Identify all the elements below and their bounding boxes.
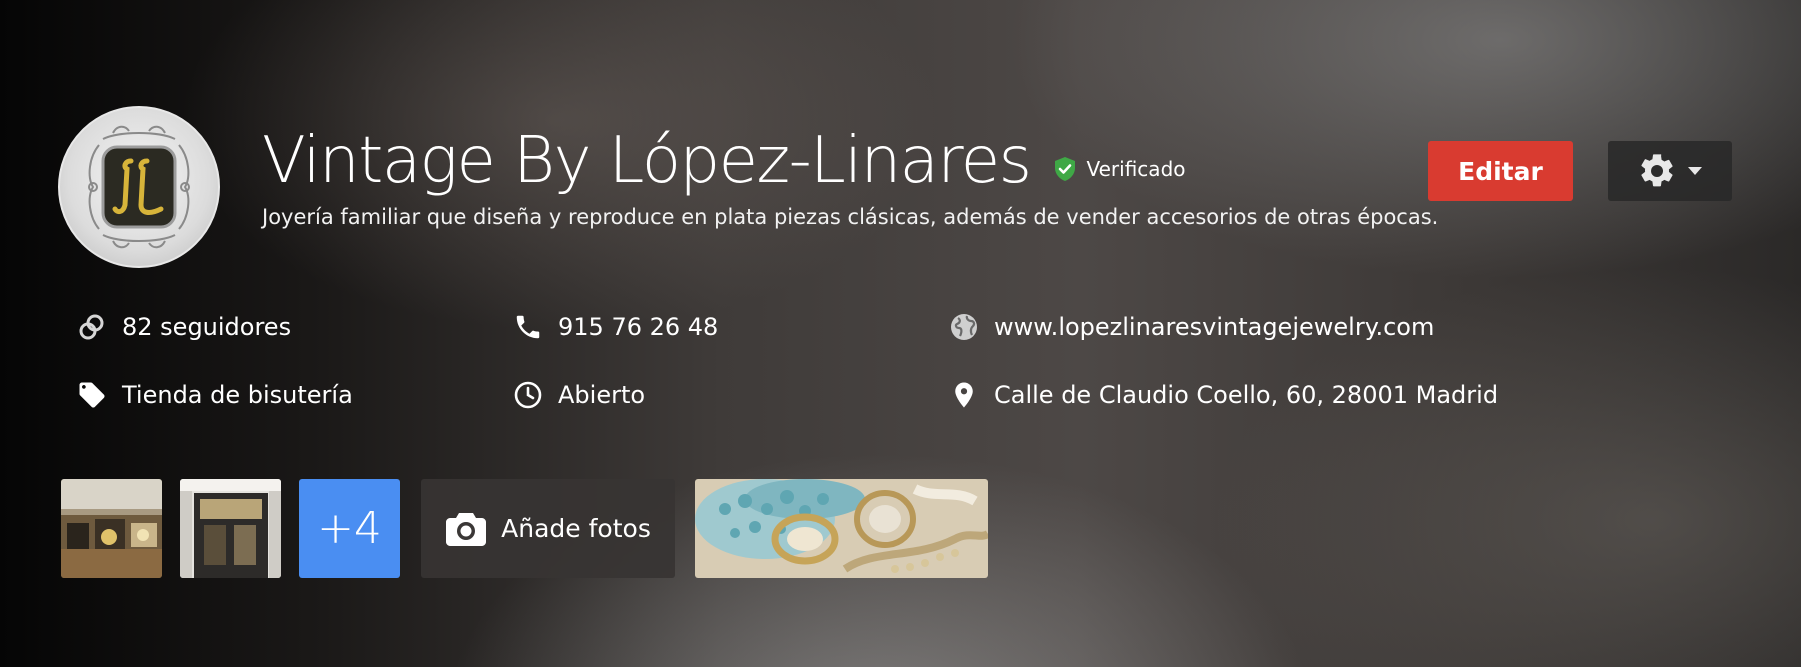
address-text: Calle de Claudio Coello, 60, 28001 Madri…: [994, 381, 1499, 409]
verified-label: Verificado: [1086, 157, 1186, 181]
verified-shield-icon: [1054, 157, 1075, 181]
hours-info[interactable]: Abierto: [512, 375, 645, 415]
clock-icon: [512, 379, 544, 411]
globe-icon: [948, 311, 980, 343]
edit-button[interactable]: Editar: [1428, 141, 1573, 201]
chevron-down-icon: [1688, 167, 1702, 175]
hours-status: Abierto: [558, 381, 646, 409]
gear-icon: [1641, 154, 1673, 187]
category-info[interactable]: Tienda de bisutería: [76, 375, 353, 415]
business-name: Vintage By López-Linares: [262, 124, 1032, 198]
title-row: Vintage By López-Linares Verificado: [262, 122, 1186, 200]
more-photos-button[interactable]: +4: [299, 479, 400, 578]
photo-thumbnail-storefront[interactable]: [180, 479, 281, 578]
verified-badge: Verificado: [1053, 156, 1186, 182]
website-link[interactable]: www.lopezlinaresvintagejewelry.com: [994, 313, 1434, 341]
followers-count: 82 seguidores: [122, 313, 292, 341]
settings-menu-button[interactable]: [1608, 141, 1732, 201]
monogram-logo-icon: [88, 125, 190, 249]
location-pin-icon: [948, 379, 980, 411]
business-description: Joyería familiar que diseña y reproduce …: [262, 205, 1439, 229]
website-info[interactable]: www.lopezlinaresvintagejewelry.com: [948, 307, 1434, 347]
circles-icon: [76, 311, 108, 343]
photo-thumbnail-jewelry[interactable]: [695, 479, 988, 578]
phone-info[interactable]: 915 76 26 48: [512, 307, 718, 347]
phone-number: 915 76 26 48: [558, 313, 719, 341]
phone-icon: [512, 311, 544, 343]
business-avatar[interactable]: [58, 106, 220, 268]
add-photos-button[interactable]: Añade fotos: [421, 479, 675, 578]
camera-icon: [446, 512, 487, 546]
add-photos-label: Añade fotos: [501, 514, 651, 543]
business-profile-header: Vintage By López-Linares Verificado Joye…: [0, 0, 1801, 667]
followers-info[interactable]: 82 seguidores: [76, 307, 291, 347]
photo-thumbnail-interior[interactable]: [61, 479, 162, 578]
category-label: Tienda de bisutería: [122, 381, 353, 409]
address-info[interactable]: Calle de Claudio Coello, 60, 28001 Madri…: [948, 375, 1498, 415]
tag-icon: [76, 379, 108, 411]
